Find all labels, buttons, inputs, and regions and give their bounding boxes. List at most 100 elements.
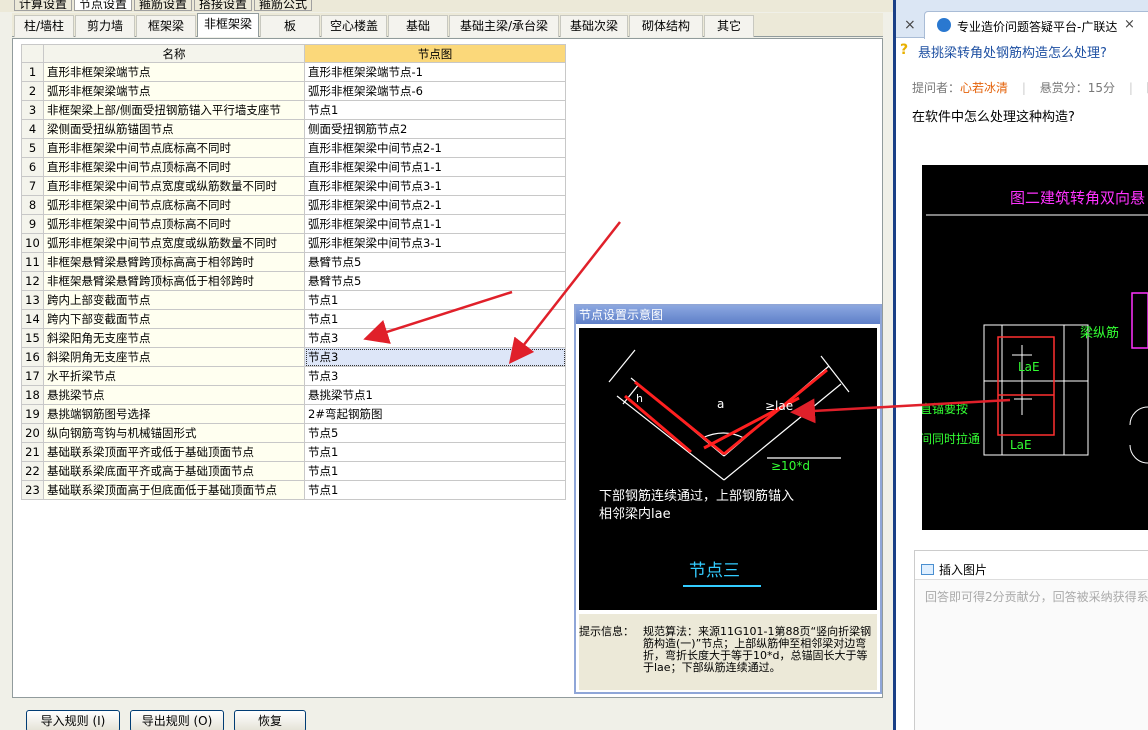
row-node-cell[interactable]: 悬臂节点5 — [304, 252, 566, 272]
row-node-cell[interactable]: 弧形非框架梁中间节点1-1 — [304, 214, 566, 234]
row-node-cell[interactable]: 节点1 — [304, 480, 566, 500]
row-node-cell[interactable]: 节点3 — [304, 347, 566, 367]
row-node-cell[interactable]: 节点1 — [304, 309, 566, 329]
tab-stirrup-settings[interactable]: 箍筋设置 — [134, 0, 193, 11]
tab-masonry[interactable]: 砌体结构 — [629, 15, 703, 37]
tab-other[interactable]: 其它 — [704, 15, 754, 37]
row-node-cell[interactable]: 节点1 — [304, 100, 566, 120]
category-tabs: 柱/墙柱 剪力墙 框架梁 非框架梁 板 空心楼盖 基础 基础主梁/承台梁 基础次… — [12, 13, 883, 37]
question-title[interactable]: 悬挑梁转角处钢筋构造怎么处理? — [918, 42, 1107, 61]
import-rules-button[interactable]: 导入规则 (I) — [26, 710, 120, 730]
export-rules-button[interactable]: 导出规则 (O) — [130, 710, 224, 730]
table-row[interactable]: 6 直形非框架梁中间节点顶标高不同时 直形非框架梁中间节点1-1 — [21, 157, 566, 177]
row-node-cell[interactable]: 侧面受扭钢筋节点2 — [304, 119, 566, 139]
table-row[interactable]: 23 基础联系梁顶面高于但底面低于基础顶面节点 节点1 — [21, 480, 566, 500]
answer-textarea[interactable]: 回答即可得2分贡献分，回答被采纳获得系 — [915, 579, 1148, 730]
row-node-cell[interactable]: 弧形非框架梁端节点-6 — [304, 81, 566, 101]
row-node-cell[interactable]: 悬臂节点5 — [304, 271, 566, 291]
row-name-cell: 跨内上部变截面节点 — [43, 290, 305, 310]
table-row[interactable]: 9 弧形非框架梁中间节点顶标高不同时 弧形非框架梁中间节点1-1 — [21, 214, 566, 234]
row-node-cell[interactable]: 节点3 — [304, 328, 566, 348]
table-row[interactable]: 22 基础联系梁底面平齐或高于基础顶面节点 节点1 — [21, 461, 566, 481]
row-number: 17 — [21, 366, 44, 386]
row-node-cell[interactable]: 直形非框架梁端节点-1 — [304, 62, 566, 82]
row-node-cell[interactable]: 直形非框架梁中间节点1-1 — [304, 157, 566, 177]
answer-placeholder: 回答即可得2分贡献分，回答被采纳获得系 — [925, 590, 1148, 604]
row-name-cell: 斜梁阴角无支座节点 — [43, 347, 305, 367]
diagram-label-lae: ≥lae — [765, 399, 793, 413]
row-name-cell: 弧形非框架梁中间节点宽度或纵筋数量不同时 — [43, 233, 305, 253]
table-row[interactable]: 13 跨内上部变截面节点 节点1 — [21, 290, 566, 310]
table-row[interactable]: 15 斜梁阳角无支座节点 节点3 — [21, 328, 566, 348]
row-node-cell[interactable]: 直形非框架梁中间节点2-1 — [304, 138, 566, 158]
row-node-cell[interactable]: 节点1 — [304, 290, 566, 310]
table-row[interactable]: 16 斜梁阴角无支座节点 节点3 — [21, 347, 566, 367]
row-node-cell[interactable]: 弧形非框架梁中间节点2-1 — [304, 195, 566, 215]
row-node-cell[interactable]: 节点5 — [304, 423, 566, 443]
row-node-cell[interactable]: 直形非框架梁中间节点3-1 — [304, 176, 566, 196]
table-row[interactable]: 2 弧形非框架梁端节点 弧形非框架梁端节点-6 — [21, 81, 566, 101]
row-name-cell: 非框架悬臂梁悬臂跨顶标高高于相邻跨时 — [43, 252, 305, 272]
tab-shear-wall[interactable]: 剪力墙 — [75, 15, 135, 37]
table-row[interactable]: 19 悬挑端钢筋图号选择 2#弯起钢筋图 — [21, 404, 566, 424]
row-name-cell: 直形非框架梁中间节点底标高不同时 — [43, 138, 305, 158]
table-row[interactable]: 21 基础联系梁顶面平齐或低于基础顶面节点 节点1 — [21, 442, 566, 462]
tab-foundation-main-beam[interactable]: 基础主梁/承台梁 — [449, 15, 559, 37]
diagram-caption-line2: 相邻梁内lae — [599, 506, 671, 522]
table-row[interactable]: 11 非框架悬臂梁悬臂跨顶标高高于相邻跨时 悬臂节点5 — [21, 252, 566, 272]
tab-close-icon[interactable]: × — [1124, 17, 1135, 32]
row-node-cell[interactable]: 节点3 — [304, 366, 566, 386]
table-row[interactable]: 20 纵向钢筋弯钩与机械锚固形式 节点5 — [21, 423, 566, 443]
table-row[interactable]: 8 弧形非框架梁中间节点底标高不同时 弧形非框架梁中间节点2-1 — [21, 195, 566, 215]
reward-points: 悬赏分：15分 — [1039, 81, 1116, 95]
table-row[interactable]: 14 跨内下部变截面节点 节点1 — [21, 309, 566, 329]
tab-hollow-floor[interactable]: 空心楼盖 — [321, 15, 387, 37]
tab-stirrup-formula[interactable]: 箍筋公式 — [254, 0, 313, 11]
row-number-header — [21, 44, 44, 63]
preview-title: 节点设置示意图 — [576, 306, 880, 324]
row-name-cell: 跨内下部变截面节点 — [43, 309, 305, 329]
row-number: 13 — [21, 290, 44, 310]
row-node-cell[interactable]: 2#弯起钢筋图 — [304, 404, 566, 424]
tab-non-frame-beam[interactable]: 非框架梁 — [197, 13, 259, 37]
browser-tab[interactable]: 专业造价问题答疑平台-广联达 × — [924, 11, 1148, 39]
insert-picture-label: 插入图片 — [939, 563, 988, 577]
row-node-cell[interactable]: 节点1 — [304, 461, 566, 481]
row-name-cell: 弧形非框架梁中间节点底标高不同时 — [43, 195, 305, 215]
tab-lap-settings[interactable]: 搭接设置 — [194, 0, 253, 11]
tab-foundation-secondary-beam[interactable]: 基础次梁 — [560, 15, 628, 37]
insert-picture-button[interactable]: 插入图片 — [921, 561, 987, 578]
row-name-cell: 直形非框架梁中间节点顶标高不同时 — [43, 157, 305, 177]
row-number: 14 — [21, 309, 44, 329]
table-row[interactable]: 7 直形非框架梁中间节点宽度或纵筋数量不同时 直形非框架梁中间节点3-1 — [21, 176, 566, 196]
row-name-cell: 梁侧面受扭纵筋锚固节点 — [43, 119, 305, 139]
cad-label-anchor: 直锚要按 — [922, 401, 968, 416]
table-row[interactable]: 10 弧形非框架梁中间节点宽度或纵筋数量不同时 弧形非框架梁中间节点3-1 — [21, 233, 566, 253]
close-icon[interactable]: × — [904, 17, 916, 33]
row-number: 3 — [21, 100, 44, 120]
tab-foundation[interactable]: 基础 — [388, 15, 448, 37]
row-node-cell[interactable]: 弧形非框架梁中间节点3-1 — [304, 233, 566, 253]
row-node-cell[interactable]: 节点1 — [304, 442, 566, 462]
site-icon — [937, 18, 951, 32]
table-row[interactable]: 12 非框架悬臂梁悬臂跨顶标高低于相邻跨时 悬臂节点5 — [21, 271, 566, 291]
table-row[interactable]: 4 梁侧面受扭纵筋锚固节点 侧面受扭钢筋节点2 — [21, 119, 566, 139]
table-row[interactable]: 1 直形非框架梁端节点 直形非框架梁端节点-1 — [21, 62, 566, 82]
tab-frame-beam[interactable]: 框架梁 — [136, 15, 196, 37]
tab-slab[interactable]: 板 — [260, 15, 320, 37]
tab-calc-settings[interactable]: 计算设置 — [14, 0, 73, 11]
asker-name[interactable]: 心若冰清 — [960, 81, 1008, 95]
table-row[interactable]: 5 直形非框架梁中间节点底标高不同时 直形非框架梁中间节点2-1 — [21, 138, 566, 158]
cad-label-lae-1: LaE — [1018, 360, 1040, 374]
tab-column-wall-column[interactable]: 柱/墙柱 — [14, 15, 74, 37]
table-row[interactable]: 3 非框架梁上部/侧面受扭钢筋锚入平行墙支座节 节点1 — [21, 100, 566, 120]
row-name-cell: 直形非框架梁中间节点宽度或纵筋数量不同时 — [43, 176, 305, 196]
row-node-cell[interactable]: 悬挑梁节点1 — [304, 385, 566, 405]
table-row[interactable]: 17 水平折梁节点 节点3 — [21, 366, 566, 386]
asker-label: 提问者： — [912, 81, 961, 95]
name-column-header: 名称 — [43, 44, 305, 63]
restore-button[interactable]: 恢复 — [234, 710, 306, 730]
table-row[interactable]: 18 悬挑梁节点 悬挑梁节点1 — [21, 385, 566, 405]
tab-node-settings[interactable]: 节点设置 — [74, 0, 133, 11]
cad-drawing-svg: 图二建筑转角双向悬 梁纵筋 LaE LaE 直锚要按 间同时拉通 — [922, 189, 1148, 464]
